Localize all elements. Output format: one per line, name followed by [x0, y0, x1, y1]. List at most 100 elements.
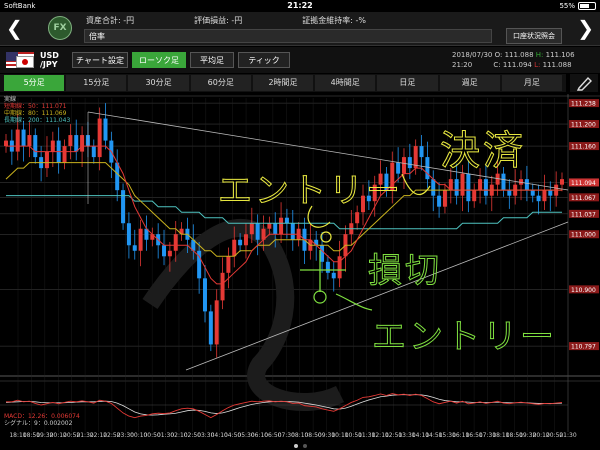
candle-body — [208, 311, 213, 345]
fx-logo: FX — [48, 16, 72, 40]
candle-body — [238, 239, 243, 246]
candle-body — [478, 179, 483, 191]
page-dot[interactable] — [293, 443, 298, 448]
currency-pair[interactable]: USD /JPY — [40, 51, 59, 69]
candle-body — [290, 223, 295, 240]
heikin-ashi-button[interactable]: 平均足 — [190, 52, 234, 68]
candle-body — [68, 135, 73, 147]
y-tick-label: 111.037 — [571, 211, 596, 218]
macd-legend: MACD：12.26：0.006074 シグナル：9：0.002002 — [4, 413, 80, 427]
high-label: H: — [535, 51, 544, 59]
candle-body — [121, 190, 126, 224]
open-value: 111.088 — [504, 51, 534, 59]
margin-ratio: 証拠金維持率: -% — [302, 16, 366, 25]
account-status-button[interactable]: 口座状況照会 — [506, 28, 562, 44]
pair-base: USD — [40, 51, 59, 60]
timeframe-tab-1[interactable]: 15分足 — [66, 75, 127, 91]
timeframe-tab-3[interactable]: 60分足 — [190, 75, 251, 91]
candle-body — [4, 140, 8, 147]
low-value: 111.088 — [542, 61, 572, 69]
close-value: 111.094 — [502, 61, 532, 69]
candle-body — [466, 173, 471, 202]
candle-body — [483, 179, 488, 196]
candle-body — [542, 190, 547, 202]
clock: 21:22 — [287, 1, 313, 10]
candle-body — [255, 223, 260, 240]
candle-body — [407, 157, 412, 169]
leverage-field[interactable]: 倍率 — [84, 29, 492, 43]
back-arrow-icon[interactable]: ❮ — [6, 18, 23, 38]
timeframe-tab-2[interactable]: 30分足 — [128, 75, 189, 91]
timeframe-tab-8[interactable]: 月足 — [501, 75, 562, 91]
candle-body — [115, 162, 120, 191]
y-tick-label: 111.160 — [571, 144, 596, 151]
timeframe-tab-7[interactable]: 週足 — [439, 75, 500, 91]
candle-body — [454, 179, 459, 196]
quote-time: 21:20 — [452, 61, 473, 69]
candle-body — [220, 272, 225, 301]
candle-body — [226, 256, 231, 273]
ohlc-readout: 2018/07/30 O: 111.088 H: 111.106 21:20 C… — [452, 50, 575, 70]
candle-body — [15, 129, 20, 152]
candle-body — [442, 190, 447, 207]
timeframe-tab-5[interactable]: 4時間足 — [315, 75, 376, 91]
candle-body — [202, 278, 207, 312]
quote-date: 2018/07/30 — [452, 51, 493, 59]
candle-body — [97, 118, 102, 158]
battery-percent: 55% — [559, 2, 575, 10]
candle-body — [524, 179, 529, 191]
ma-legend: 実線 短期線：50：111.071 中期線：80：111.069 長期線：200… — [4, 96, 70, 124]
price-chart[interactable]: 111.238 111.200 111.160 111.094 111.067 111.0… — [0, 94, 600, 440]
chart-settings-button[interactable]: チャート設定 — [72, 52, 128, 68]
timeframe-tab-4[interactable]: 2時間足 — [252, 75, 314, 91]
candlestick-button[interactable]: ローソク足 — [132, 52, 186, 68]
y-tick-label: 111.000 — [571, 232, 596, 239]
candle-body — [21, 129, 26, 147]
candle-body — [33, 135, 38, 158]
tick-button[interactable]: ティック — [238, 52, 290, 68]
candle-body — [138, 228, 143, 251]
timeframe-tab-6[interactable]: 日足 — [377, 75, 438, 91]
candle-body — [91, 146, 96, 158]
page-dot[interactable] — [302, 443, 307, 448]
annotation-kessai: 決済 — [440, 128, 526, 174]
annotation-songiri: 損切 — [368, 251, 442, 291]
unrealized-pl: 評価損益: -円 — [194, 16, 243, 25]
candle-body — [173, 234, 178, 251]
legend-title: 実線 — [4, 96, 17, 103]
y-tick-label: 110.797 — [571, 344, 596, 351]
x-tick-label: 21:30 — [559, 432, 577, 439]
chart-canvas[interactable]: 111.238 111.200 111.160 111.094 111.067 111.0… — [0, 94, 600, 440]
candle-body — [548, 190, 553, 196]
timeframe-tabs: 5分足 15分足 30分足 60分足 2時間足 4時間足 日足 週足 月足 — [0, 74, 566, 92]
candle-body — [214, 300, 219, 345]
candle-body — [284, 217, 289, 224]
time-axis: 18:10 18:50 19:30 20:10 20:50 21:30 22:10 22:50… — [0, 432, 600, 441]
candle-body — [167, 250, 172, 257]
candle-body — [560, 179, 564, 185]
high-value: 111.106 — [545, 51, 575, 59]
forward-arrow-icon[interactable]: ❯ — [577, 18, 594, 38]
candle-body — [273, 223, 278, 235]
candle-body — [74, 135, 79, 152]
candle-body — [162, 245, 167, 257]
y-tick-label: 111.067 — [571, 195, 596, 202]
candle-body — [249, 223, 254, 235]
candle-body — [507, 190, 512, 196]
pen-icon[interactable] — [570, 74, 598, 92]
battery-indicator: 55% — [559, 2, 596, 10]
legend-long-ma: 長期線：200：111.043 — [4, 117, 71, 124]
candle-body — [103, 118, 108, 141]
candle-body — [27, 135, 32, 147]
candle-body — [437, 195, 442, 207]
open-label: O: — [494, 51, 503, 59]
status-bar: SoftBank 21:22 55% — [0, 0, 600, 12]
candle-body — [243, 234, 248, 246]
candle-body — [331, 272, 336, 279]
candle-body — [501, 173, 506, 191]
timeframe-tab-0[interactable]: 5分足 — [4, 75, 65, 91]
candle-body — [325, 261, 330, 273]
page-indicator — [0, 441, 600, 450]
candle-body — [431, 179, 436, 196]
candle-body — [126, 223, 131, 246]
